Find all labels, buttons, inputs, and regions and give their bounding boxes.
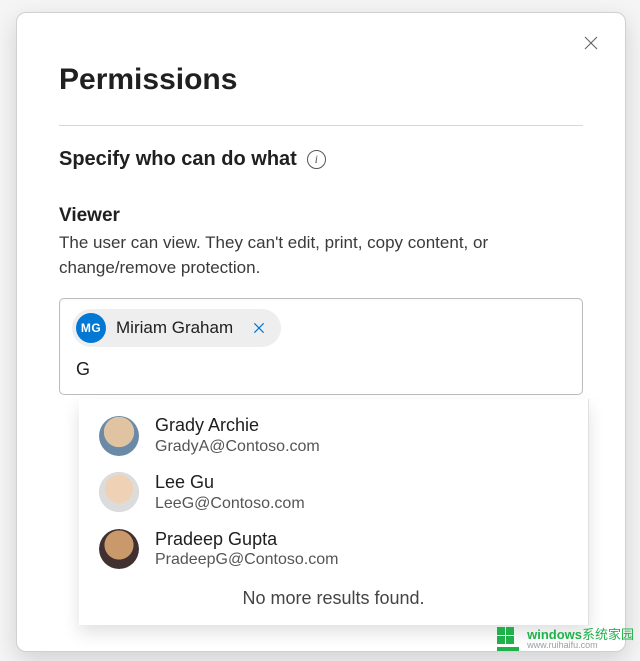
suggestion-item[interactable]: Pradeep Gupta PradeepG@Contoso.com [79,521,588,578]
avatar [99,416,139,456]
suggestion-email: LeeG@Contoso.com [155,494,305,513]
viewer-description: The user can view. They can't edit, prin… [59,231,559,280]
suggestion-name: Grady Archie [155,415,320,437]
chip-avatar: MG [76,313,106,343]
people-search-input[interactable] [72,357,570,382]
no-more-results: No more results found. [79,578,588,613]
avatar [99,472,139,512]
close-icon [582,34,600,52]
chip-remove-button[interactable] [247,316,271,340]
person-chip: MG Miriam Graham [72,309,281,347]
suggestion-name: Pradeep Gupta [155,529,338,551]
dialog-content: Permissions Specify who can do what i Vi… [17,13,625,625]
suggestion-item[interactable]: Grady Archie GradyA@Contoso.com [79,407,588,464]
close-button[interactable] [577,29,605,57]
people-suggestions-dropdown: Grady Archie GradyA@Contoso.com Lee Gu L… [79,399,589,624]
subheading: Specify who can do what [59,148,297,171]
chip-name: Miriam Graham [116,318,233,338]
viewer-people-input[interactable]: MG Miriam Graham [59,298,583,395]
suggestion-email: GradyA@Contoso.com [155,437,320,456]
suggestion-name: Lee Gu [155,472,305,494]
permissions-dialog: Permissions Specify who can do what i Vi… [16,12,626,652]
dialog-title: Permissions [59,63,583,97]
avatar [99,529,139,569]
close-icon [252,321,266,335]
subheading-row: Specify who can do what i [59,148,583,171]
viewer-heading: Viewer [59,205,583,227]
suggestion-email: PradeepG@Contoso.com [155,550,338,569]
info-icon[interactable]: i [307,150,326,169]
divider [59,125,583,126]
suggestion-item[interactable]: Lee Gu LeeG@Contoso.com [79,464,588,521]
